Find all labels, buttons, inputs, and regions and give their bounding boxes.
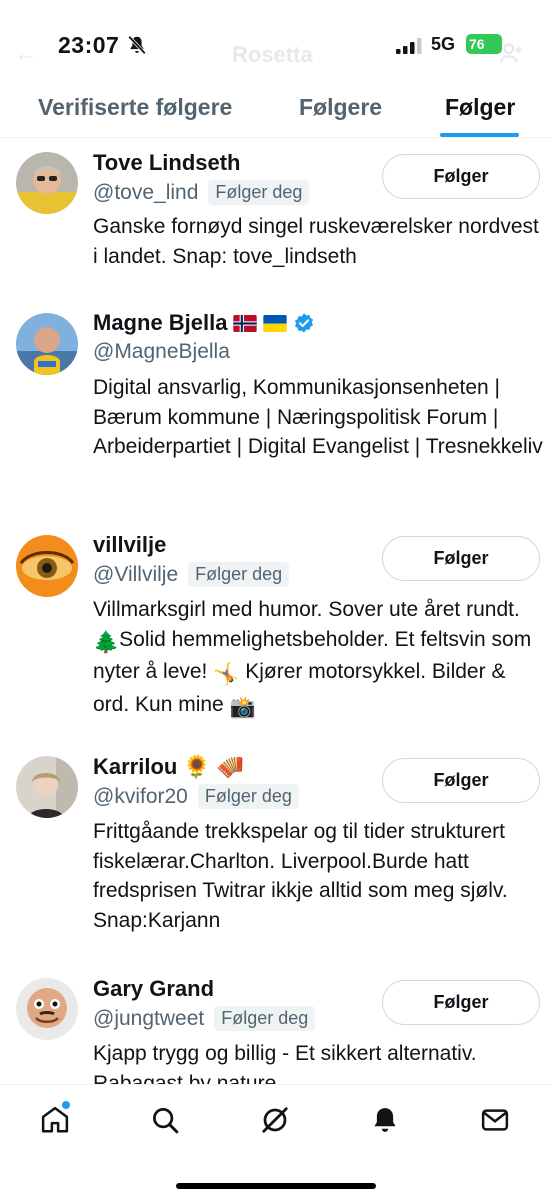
sunflower-emoji-icon: 🌻 xyxy=(183,754,211,779)
following-button[interactable]: Følger xyxy=(382,758,540,803)
user-handle-row: @kvifor20 Følger deg xyxy=(93,784,299,809)
user-handle[interactable]: @tove_lind xyxy=(93,181,198,205)
tab-followers[interactable]: Følgere xyxy=(299,94,382,121)
tree-emoji-icon: 🌲 xyxy=(93,630,120,654)
home-icon[interactable] xyxy=(40,1105,70,1135)
screen: ← 23:07 Rosetta 5G 76 Verifiserte følger… xyxy=(0,0,552,1200)
grok-icon[interactable] xyxy=(260,1105,290,1135)
silent-mode-icon xyxy=(128,35,146,55)
follows-you-badge: Følger deg xyxy=(188,562,290,587)
avatar[interactable] xyxy=(16,152,78,214)
user-name-row: Karrilou 🌻 🪗 xyxy=(93,754,244,780)
user-name[interactable]: Karrilou xyxy=(93,754,177,780)
user-name-row: Gary Grand xyxy=(93,976,214,1002)
network-type: 5G xyxy=(431,34,456,54)
user-name[interactable]: Gary Grand xyxy=(93,976,214,1002)
status-bar: ← 23:07 Rosetta 5G 76 xyxy=(0,0,552,90)
user-name[interactable]: Tove Lindseth xyxy=(93,150,241,176)
home-notification-dot xyxy=(62,1101,70,1109)
following-button[interactable]: Følger xyxy=(382,536,540,581)
user-bio: Digital ansvarlig, Kommunikasjonsenheten… xyxy=(93,376,543,458)
faded-header-title: Rosetta xyxy=(232,42,313,67)
user-handle[interactable]: @MagneBjella xyxy=(93,340,230,364)
avatar[interactable] xyxy=(16,978,78,1040)
avatar[interactable] xyxy=(16,535,78,597)
user-bio: Kjapp trygg og billig - Et sikkert alter… xyxy=(93,1042,477,1084)
search-icon[interactable] xyxy=(150,1105,180,1135)
user-handle[interactable]: @kvifor20 xyxy=(93,785,188,809)
user-name[interactable]: Magne Bjella xyxy=(93,310,227,336)
avatar[interactable] xyxy=(16,756,78,818)
bottom-navigation xyxy=(0,1084,552,1200)
following-list: Tove Lindseth @tove_lind Følger deg Følg… xyxy=(0,138,552,1084)
user-bio: Villmarksgirl med humor. Sover ute året … xyxy=(93,595,545,722)
back-arrow-icon[interactable]: ← xyxy=(14,40,38,68)
user-handle[interactable]: @jungtweet xyxy=(93,1007,204,1031)
user-name-row: villvilje xyxy=(93,532,166,558)
notifications-icon[interactable] xyxy=(370,1105,400,1135)
user-bio: Frittgåande trekkspelar og til tider str… xyxy=(93,820,508,932)
battery-indicator: 76 xyxy=(466,34,502,54)
follows-you-badge: Følger deg xyxy=(214,1006,316,1031)
follows-you-badge: Følger deg xyxy=(208,180,310,205)
user-handle-row: @Villvilje Følger deg xyxy=(93,562,290,587)
norway-flag-icon xyxy=(233,314,258,332)
user-handle-row: @jungtweet Følger deg xyxy=(93,1006,316,1031)
active-tab-indicator xyxy=(440,133,519,137)
accordion-emoji-icon: 🪗 xyxy=(216,754,245,779)
user-handle-row: @tove_lind Følger deg xyxy=(93,180,310,205)
user-name[interactable]: villvilje xyxy=(93,532,166,558)
tab-verified-followers[interactable]: Verifiserte følgere xyxy=(38,94,232,121)
verified-badge-icon[interactable] xyxy=(293,312,315,334)
avatar[interactable] xyxy=(16,313,78,375)
user-bio: Ganske fornøyd singel ruskeværelsker nor… xyxy=(93,215,539,268)
tab-bar: Verifiserte følgere Følgere Følger xyxy=(0,84,552,138)
status-time: 23:07 xyxy=(58,32,120,58)
user-handle[interactable]: @Villvilje xyxy=(93,563,178,587)
user-handle-row: @MagneBjella xyxy=(93,340,230,364)
ukraine-flag-icon xyxy=(263,314,288,332)
user-name-row: Tove Lindseth xyxy=(93,150,241,176)
cellular-signal-icon xyxy=(396,38,422,54)
following-button[interactable]: Følger xyxy=(382,154,540,199)
add-person-icon[interactable] xyxy=(498,40,524,66)
following-button[interactable]: Følger xyxy=(382,980,540,1025)
cartwheel-emoji-icon: 🤸 xyxy=(213,663,240,686)
user-name-row: Magne Bjella xyxy=(93,310,315,336)
camera-flash-emoji-icon: 📸 xyxy=(229,695,256,719)
messages-icon[interactable] xyxy=(480,1105,510,1135)
tab-following[interactable]: Følger xyxy=(445,94,515,121)
bio-text: Villmarksgirl med humor. Sover ute året … xyxy=(93,598,520,621)
battery-level: 76 xyxy=(469,36,485,52)
follows-you-badge: Følger deg xyxy=(197,784,299,809)
home-indicator xyxy=(176,1183,376,1189)
